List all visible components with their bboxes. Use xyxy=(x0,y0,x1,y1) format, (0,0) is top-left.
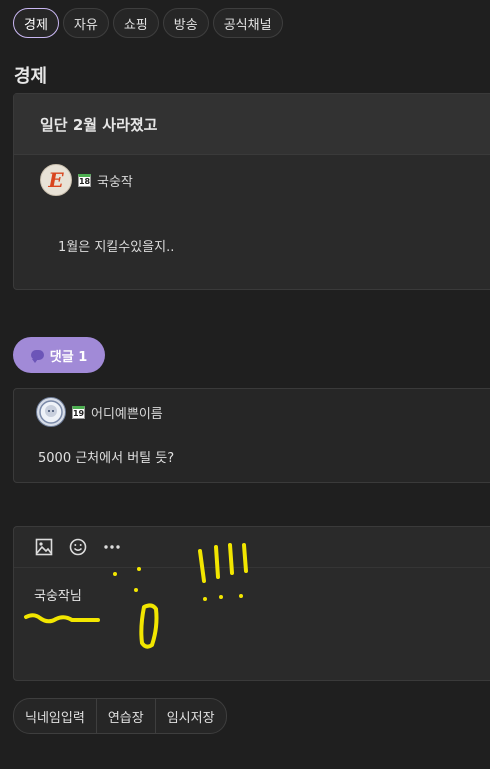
practice-pad-button[interactable]: 연습장 xyxy=(97,699,156,733)
tab-free[interactable]: 자유 xyxy=(62,8,109,38)
yellow-scribble-drawing xyxy=(24,543,248,649)
editor-bottom-actions: 닉네임입력 연습장 임시저장 xyxy=(13,698,227,734)
post-card: 일단 2월 사라졌고 E 18 국숭작 1월은 지킬수있을지.. xyxy=(13,93,490,290)
orange-e-logo-avatar: E xyxy=(40,164,72,196)
tab-official-channel[interactable]: 공식채널 xyxy=(212,8,283,38)
commenter-nickname[interactable]: 어디예쁜이름 xyxy=(91,403,163,422)
category-tabs: 경제 자유 쇼핑 방송 공식채널 xyxy=(13,8,283,38)
comment-author[interactable]: 19 어디예쁜이름 xyxy=(36,397,163,427)
tab-shopping[interactable]: 쇼핑 xyxy=(112,8,159,38)
comment-button-label: 댓글 1 xyxy=(49,349,88,365)
nickname-input-button[interactable]: 닉네임입력 xyxy=(14,699,97,733)
post-title: 일단 2월 사라졌고 xyxy=(14,94,490,155)
level-badge: 19 xyxy=(72,405,85,419)
section-title: 경제 xyxy=(14,66,48,87)
anime-girl-avatar xyxy=(36,397,66,427)
post-body: 1월은 지킬수있을지.. xyxy=(58,240,175,255)
comment-toggle-button[interactable]: 댓글 1 xyxy=(13,337,105,373)
tab-economy[interactable]: 경제 xyxy=(13,8,59,38)
comment-text: 5000 근처에서 버틸 듯? xyxy=(38,451,175,466)
author-nickname[interactable]: 국숭작 xyxy=(97,171,133,190)
level-badge: 18 xyxy=(78,173,91,187)
comment-editor[interactable]: 국숭작님 xyxy=(13,526,490,681)
tab-broadcast[interactable]: 방송 xyxy=(162,8,209,38)
speech-bubble-icon xyxy=(30,350,44,363)
post-author[interactable]: E 18 국숭작 xyxy=(40,164,133,196)
comment-item: 19 어디예쁜이름 5000 근처에서 버틸 듯? xyxy=(13,388,490,483)
temp-save-button[interactable]: 임시저장 xyxy=(156,699,226,733)
